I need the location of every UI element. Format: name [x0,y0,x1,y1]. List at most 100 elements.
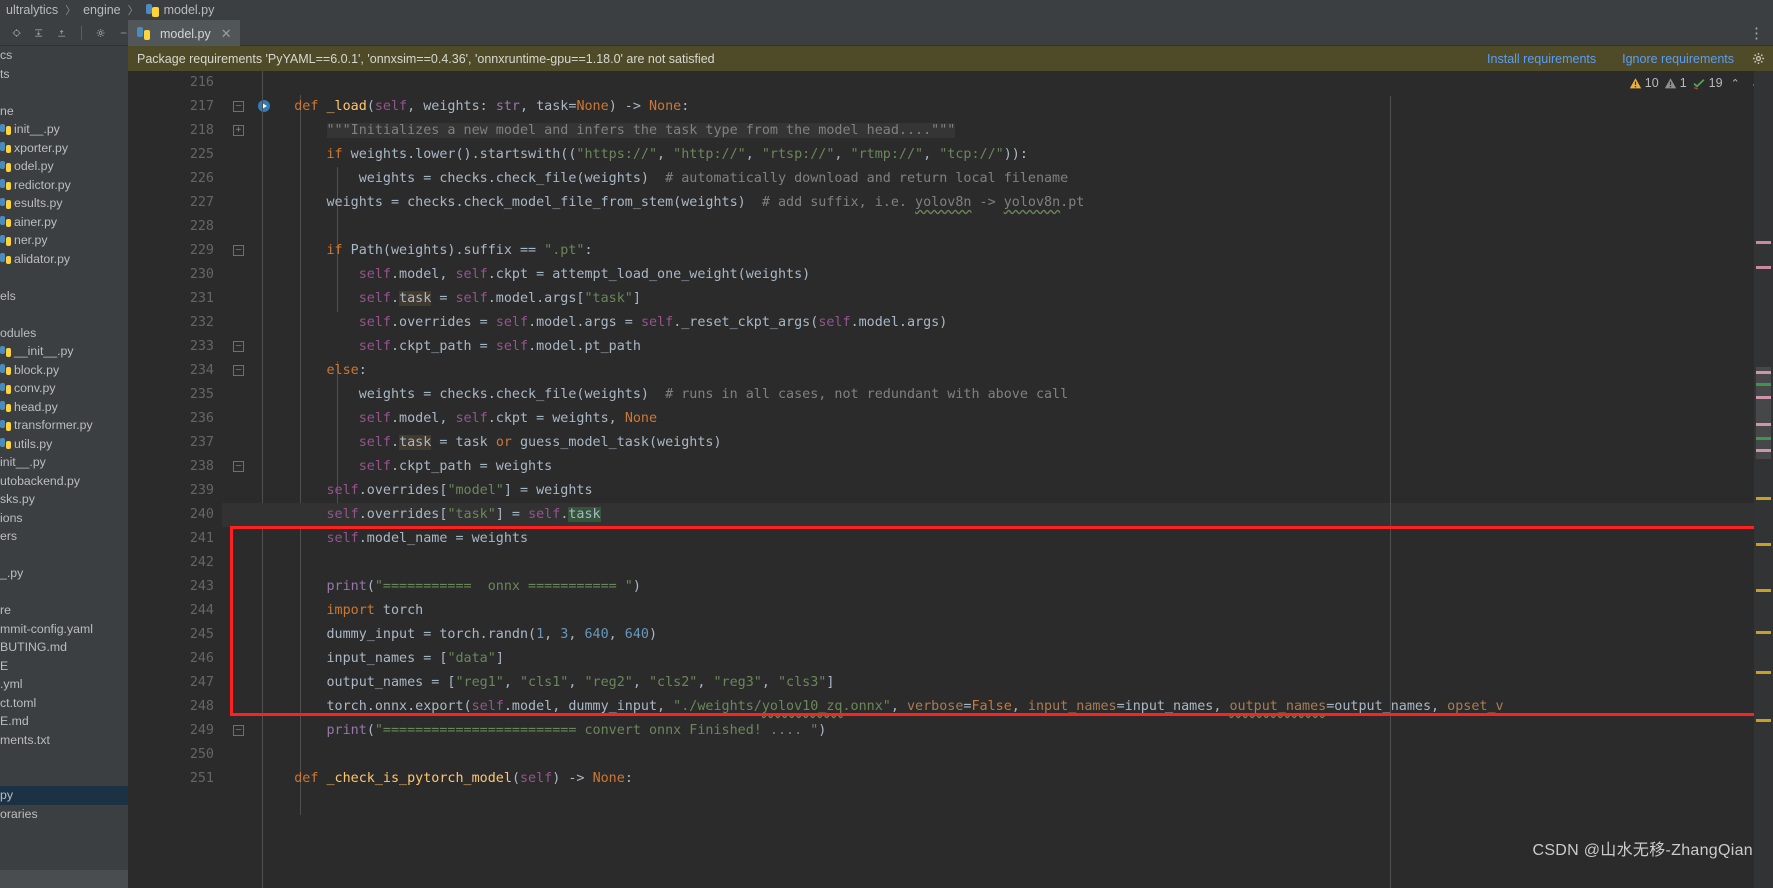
code-line[interactable] [222,743,1773,767]
code-line[interactable]: weights = checks.check_file(weights) # a… [222,167,1773,191]
stripe-marker[interactable] [1756,266,1771,269]
code-line[interactable]: print("=========== onnx =========== ") [222,575,1773,599]
code-line[interactable]: output_names = ["reg1", "cls1", "reg2", … [222,671,1773,695]
line-number[interactable]: 238– [128,455,244,479]
locate-icon[interactable] [12,26,21,40]
tree-item[interactable] [0,305,128,324]
tree-item[interactable]: ers [0,527,128,546]
tree-item[interactable]: E.md [0,712,128,731]
tree-item[interactable]: ne [0,102,128,121]
code-line[interactable] [222,551,1773,575]
tree-item[interactable]: py [0,786,128,805]
code-line[interactable]: self.overrides["model"] = weights [222,479,1773,503]
close-icon[interactable]: ✕ [221,26,232,42]
code-line[interactable]: input_names = ["data"] [222,647,1773,671]
line-number[interactable]: 246 [128,647,222,671]
code-line[interactable]: if weights.lower().startswith(("https://… [222,143,1773,167]
code-line[interactable]: dummy_input = torch.randn(1, 3, 640, 640… [222,623,1773,647]
tree-item[interactable]: init__.py [0,120,128,139]
tree-item[interactable] [0,268,128,287]
code-line[interactable]: else: [222,359,1773,383]
line-number-gutter[interactable]: 216 217–218 +225 226 227 228 229–230 231 232 233–… [128,71,270,888]
tree-item[interactable]: ainer.py [0,213,128,232]
ignore-requirements-link[interactable]: Ignore requirements [1622,52,1734,66]
tab-model-py[interactable]: model.py ✕ [128,19,240,46]
code-line[interactable]: self.ckpt_path = self.model.pt_path [222,335,1773,359]
tree-item[interactable]: transformer.py [0,416,128,435]
breadcrumb-item-1[interactable]: engine [83,3,121,17]
code-line[interactable]: def _check_is_pytorch_model(self) -> Non… [222,767,1773,791]
code-line[interactable]: self.model, self.ckpt = attempt_load_one… [222,263,1773,287]
tree-item[interactable]: ct.toml [0,694,128,713]
stripe-marker[interactable] [1756,497,1771,500]
code-line[interactable]: if Path(weights).suffix == ".pt": [222,239,1773,263]
tree-item[interactable]: mmit-config.yaml [0,620,128,639]
code-line[interactable]: torch.onnx.export(self.model, dummy_inpu… [222,695,1773,719]
tree-item[interactable]: _.py [0,564,128,583]
line-number[interactable]: 237 [128,431,222,455]
tree-item[interactable]: redictor.py [0,176,128,195]
stripe-marker[interactable] [1756,631,1771,634]
tree-item[interactable]: re [0,601,128,620]
line-number[interactable]: 243 [128,575,222,599]
line-number[interactable]: 244 [128,599,222,623]
line-number[interactable]: 236 [128,407,222,431]
code-line[interactable]: self.model, self.ckpt = weights, None [222,407,1773,431]
line-number[interactable]: 249– [128,719,244,743]
code-line[interactable]: self.task = task or guess_model_task(wei… [222,431,1773,455]
scrollbar-thumb[interactable] [1756,367,1771,459]
line-number[interactable]: 233– [128,335,244,359]
tab-overflow-menu[interactable]: ⋮ [1749,24,1773,42]
line-number[interactable]: 230 [128,263,222,287]
line-number[interactable]: 228 [128,215,222,239]
code-line[interactable]: import torch [222,599,1773,623]
tree-item[interactable]: odel.py [0,157,128,176]
code-line[interactable]: def _load(self, weights: str, task=None)… [222,95,1773,119]
stripe-marker[interactable] [1756,241,1771,244]
code-line[interactable]: weights = checks.check_file(weights) # r… [222,383,1773,407]
tree-item[interactable]: ions [0,509,128,528]
tree-item[interactable]: utils.py [0,435,128,454]
code-line[interactable]: weights = checks.check_model_file_from_s… [222,191,1773,215]
line-number[interactable]: 251 [128,767,222,791]
tree-item[interactable]: utobackend.py [0,472,128,491]
line-number[interactable]: 226 [128,167,222,191]
tree-item[interactable]: __init__.py [0,342,128,361]
code-line[interactable]: self.ckpt_path = weights [222,455,1773,479]
line-number[interactable]: 239 [128,479,222,503]
code-line[interactable]: self.overrides["task"] = self.task [222,503,1773,527]
tree-item[interactable]: .yml [0,675,128,694]
line-number[interactable]: 232 [128,311,222,335]
tree-item[interactable]: block.py [0,361,128,380]
code-surface[interactable]: 216 217–218 +225 226 227 228 229–230 231 232 233–… [128,71,1773,888]
line-number[interactable]: 234– [128,359,244,383]
breadcrumb-item-0[interactable]: ultralytics [6,3,58,17]
tree-item[interactable] [0,83,128,102]
tree-item[interactable]: sks.py [0,490,128,509]
line-number[interactable]: 241 [128,527,222,551]
line-number[interactable]: 247 [128,671,222,695]
line-number[interactable]: 225 [128,143,222,167]
tree-item[interactable]: ments.txt [0,731,128,750]
settings-gear-icon[interactable] [96,26,106,40]
line-number[interactable]: 231 [128,287,222,311]
error-stripe-markers[interactable] [1754,71,1773,888]
tree-item[interactable]: E [0,657,128,676]
tree-item[interactable] [0,749,128,768]
stripe-marker[interactable] [1756,719,1771,722]
tree-item[interactable]: xporter.py [0,139,128,158]
line-number[interactable]: 235 [128,383,222,407]
breadcrumb-item-2[interactable]: model.py [164,3,215,17]
tree-item[interactable]: alidator.py [0,250,128,269]
tree-item[interactable]: odules [0,324,128,343]
code-line[interactable]: self.overrides = self.model.args = self.… [222,311,1773,335]
line-number[interactable]: 250 [128,743,222,767]
tree-item[interactable]: oraries [0,805,128,824]
code-line[interactable]: """Initializes a new model and infers th… [222,119,1773,143]
stripe-marker[interactable] [1756,589,1771,592]
code-line[interactable]: self.model_name = weights [222,527,1773,551]
tree-item[interactable]: esults.py [0,194,128,213]
line-number[interactable]: 240 [128,503,222,527]
tree-item[interactable]: init__.py [0,453,128,472]
line-number[interactable]: 242 [128,551,222,575]
